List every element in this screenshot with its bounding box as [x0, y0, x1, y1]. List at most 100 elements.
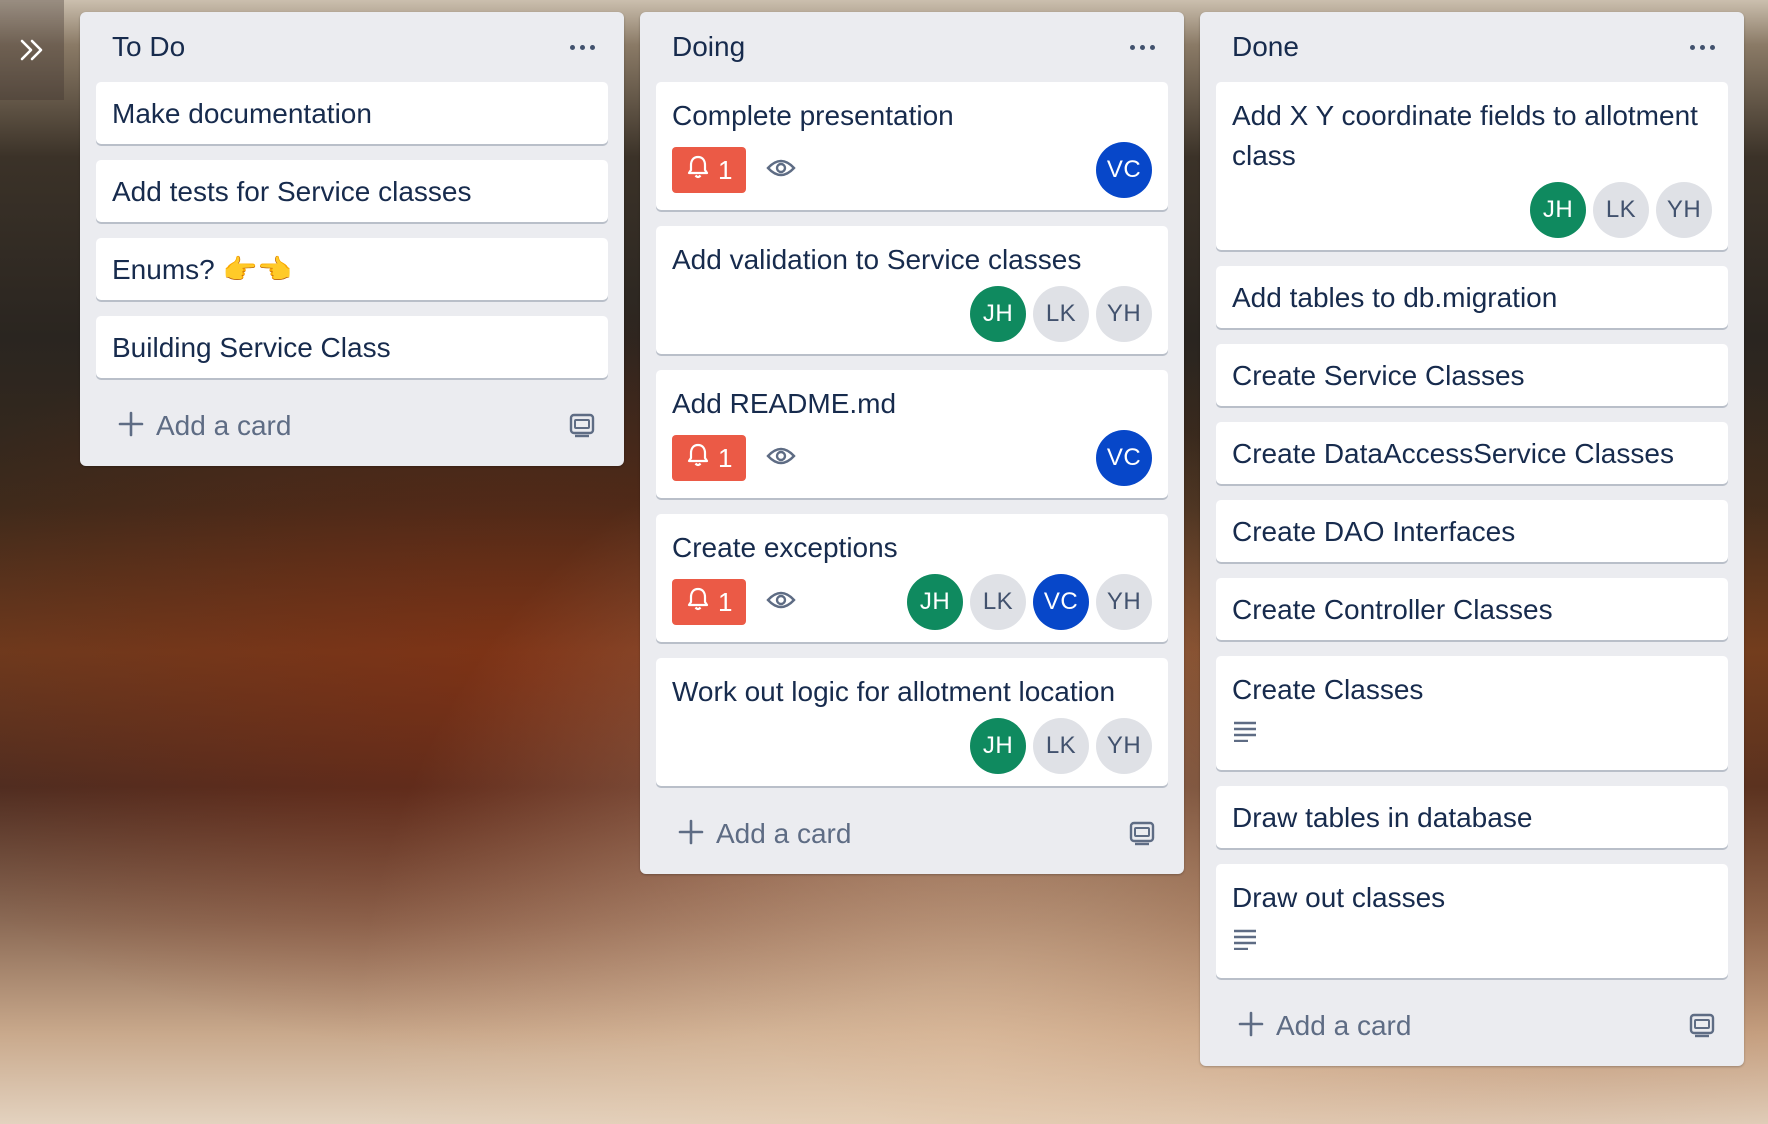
- card[interactable]: Draw out classes: [1216, 864, 1728, 978]
- avatar[interactable]: JH: [907, 574, 963, 630]
- card-title: Draw out classes: [1232, 882, 1446, 913]
- card-title: Draw tables in database: [1232, 802, 1533, 833]
- card-title: Enums? 👉👈: [112, 254, 293, 285]
- card-list: Make documentation Add tests for Service…: [80, 82, 624, 378]
- avatar[interactable]: YH: [1656, 182, 1712, 238]
- double-chevron-right-icon: [18, 37, 46, 63]
- due-count: 1: [718, 586, 733, 617]
- card-title: Create Service Classes: [1232, 360, 1525, 391]
- add-card-button[interactable]: Add a card: [80, 394, 624, 458]
- avatar[interactable]: VC: [1096, 430, 1152, 486]
- bell-icon: [686, 154, 710, 187]
- plus-icon: [118, 411, 144, 442]
- add-card-button[interactable]: Add a card: [1200, 994, 1744, 1058]
- card-badges: JH LK YH: [672, 286, 1152, 342]
- list-menu-button[interactable]: [1682, 32, 1722, 62]
- card[interactable]: Building Service Class: [96, 316, 608, 378]
- avatar[interactable]: YH: [1096, 718, 1152, 774]
- eye-icon: [766, 157, 797, 184]
- list-doing: Doing Complete presentation 1 VC Add val…: [640, 12, 1184, 874]
- card-title: Add validation to Service classes: [672, 244, 1082, 275]
- card-template-icon[interactable]: [568, 410, 596, 443]
- due-count: 1: [718, 154, 733, 185]
- avatar[interactable]: JH: [970, 286, 1026, 342]
- card-badges: 1 VC: [672, 142, 1152, 198]
- avatar[interactable]: VC: [1096, 142, 1152, 198]
- card-title: Create Controller Classes: [1232, 594, 1553, 625]
- card-template-icon[interactable]: [1128, 818, 1156, 851]
- bell-icon: [686, 586, 710, 619]
- avatar[interactable]: JH: [970, 718, 1026, 774]
- avatar[interactable]: LK: [1593, 182, 1649, 238]
- card[interactable]: Make documentation: [96, 82, 608, 144]
- due-count: 1: [718, 442, 733, 473]
- card-title: Building Service Class: [112, 332, 391, 363]
- more-dots-icon: [1129, 44, 1135, 50]
- more-dots-icon: [1689, 44, 1695, 50]
- card-badges: [1232, 928, 1712, 966]
- card[interactable]: Create Classes: [1216, 656, 1728, 770]
- sidebar-expand-button[interactable]: [0, 0, 64, 100]
- card-members: VC: [1096, 430, 1152, 486]
- list-title[interactable]: Doing: [672, 31, 745, 63]
- card-title: Work out logic for allotment location: [672, 676, 1116, 707]
- card-badges: JH LK YH: [1232, 182, 1712, 238]
- eye-icon: [766, 589, 797, 616]
- list-header: Doing: [640, 12, 1184, 82]
- card[interactable]: Add validation to Service classes JH LK …: [656, 226, 1168, 354]
- card-members: JH LK YH: [1530, 182, 1712, 238]
- add-card-label: Add a card: [1276, 1010, 1412, 1041]
- avatar[interactable]: LK: [970, 574, 1026, 630]
- card[interactable]: Add X Y coordinate fields to allotment c…: [1216, 82, 1728, 250]
- add-card-label: Add a card: [156, 410, 292, 441]
- avatar[interactable]: JH: [1530, 182, 1586, 238]
- more-dots-icon: [569, 44, 575, 50]
- add-card-label: Add a card: [716, 818, 852, 849]
- card-members: JH LK VC YH: [907, 574, 1152, 630]
- eye-icon: [766, 445, 797, 472]
- card[interactable]: Create DAO Interfaces: [1216, 500, 1728, 562]
- list-header: Done: [1200, 12, 1744, 82]
- due-date-badge[interactable]: 1: [672, 435, 747, 481]
- card-list: Add X Y coordinate fields to allotment c…: [1200, 82, 1744, 978]
- due-date-badge[interactable]: 1: [672, 147, 747, 193]
- card-title: Create exceptions: [672, 532, 898, 563]
- list-header: To Do: [80, 12, 624, 82]
- card-title: Complete presentation: [672, 100, 954, 131]
- card-members: VC: [1096, 142, 1152, 198]
- description-icon: [1232, 721, 1258, 746]
- card-title: Make documentation: [112, 98, 372, 129]
- card[interactable]: Create exceptions 1 JH LK VC YH: [656, 514, 1168, 642]
- list-done: Done Add X Y coordinate fields to allotm…: [1200, 12, 1744, 1066]
- avatar[interactable]: VC: [1033, 574, 1089, 630]
- avatar[interactable]: YH: [1096, 286, 1152, 342]
- list-menu-button[interactable]: [562, 32, 602, 62]
- avatar[interactable]: LK: [1033, 286, 1089, 342]
- list-title[interactable]: To Do: [112, 31, 185, 63]
- avatar[interactable]: LK: [1033, 718, 1089, 774]
- plus-icon: [678, 819, 704, 850]
- card-template-icon[interactable]: [1688, 1010, 1716, 1043]
- card[interactable]: Create Controller Classes: [1216, 578, 1728, 640]
- card[interactable]: Add README.md 1 VC: [656, 370, 1168, 498]
- avatar[interactable]: YH: [1096, 574, 1152, 630]
- card[interactable]: Add tests for Service classes: [96, 160, 608, 222]
- card[interactable]: Complete presentation 1 VC: [656, 82, 1168, 210]
- card[interactable]: Draw tables in database: [1216, 786, 1728, 848]
- due-date-badge[interactable]: 1: [672, 579, 747, 625]
- card[interactable]: Create DataAccessService Classes: [1216, 422, 1728, 484]
- card[interactable]: Create Service Classes: [1216, 344, 1728, 406]
- card-title: Create DAO Interfaces: [1232, 516, 1516, 547]
- card[interactable]: Add tables to db.migration: [1216, 266, 1728, 328]
- card-members: JH LK YH: [970, 286, 1152, 342]
- card-badges: 1 JH LK VC YH: [672, 574, 1152, 630]
- card-title: Create Classes: [1232, 674, 1424, 705]
- list-todo: To Do Make documentation Add tests for S…: [80, 12, 624, 466]
- card[interactable]: Work out logic for allotment location JH…: [656, 658, 1168, 786]
- list-title[interactable]: Done: [1232, 31, 1299, 63]
- add-card-button[interactable]: Add a card: [640, 802, 1184, 866]
- list-menu-button[interactable]: [1122, 32, 1162, 62]
- card-badges: [1232, 720, 1712, 758]
- bell-icon: [686, 442, 710, 475]
- card[interactable]: Enums? 👉👈: [96, 238, 608, 300]
